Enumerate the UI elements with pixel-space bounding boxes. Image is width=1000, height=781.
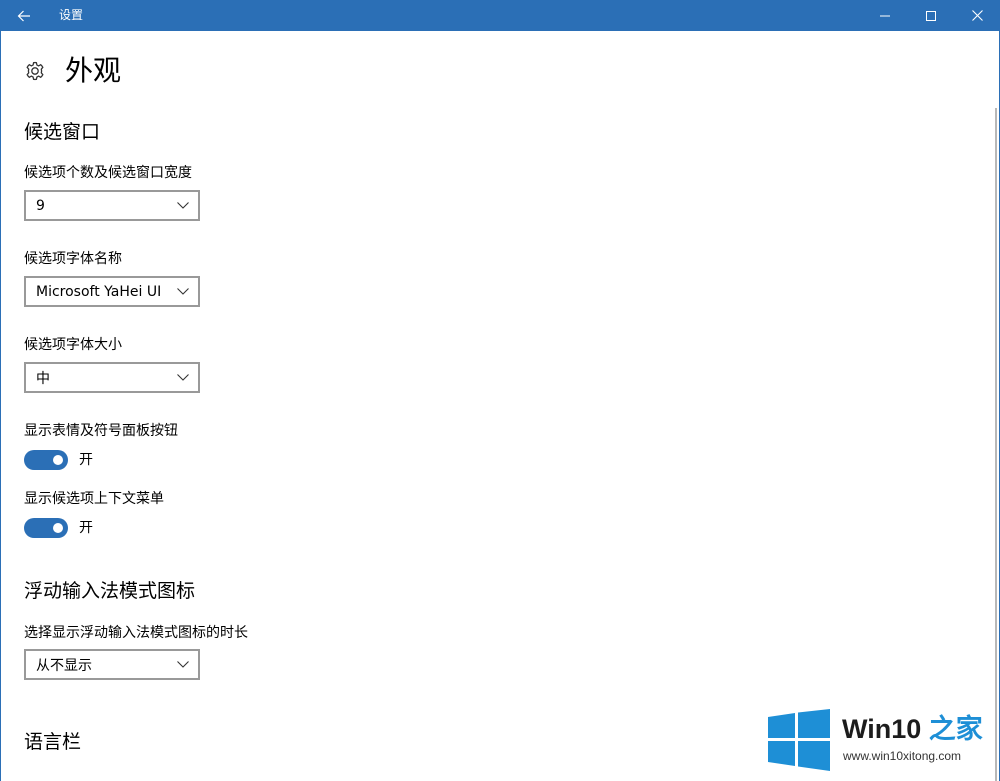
chevron-down-icon	[168, 192, 198, 219]
toggle-knob	[53, 523, 63, 533]
minimize-icon	[880, 15, 890, 16]
close-button[interactable]	[954, 0, 1000, 31]
context-menu-toggle-row: 开	[24, 518, 93, 538]
windows-logo-icon	[768, 709, 830, 771]
page-header: 外观	[24, 54, 121, 88]
candidate-font-size-value: 中	[36, 370, 50, 387]
floating-icon-duration-value: 从不显示	[36, 657, 92, 674]
watermark-url: www.win10xitong.com	[843, 749, 962, 763]
close-icon	[971, 10, 983, 21]
toggle-knob	[53, 455, 63, 465]
context-menu-label: 显示候选项上下文菜单	[24, 491, 164, 507]
page-title: 外观	[65, 54, 122, 87]
section-title-floating-icon: 浮动输入法模式图标	[24, 580, 196, 602]
emoji-button-label: 显示表情及符号面板按钮	[24, 423, 178, 439]
section-title-language-bar: 语言栏	[24, 731, 82, 753]
emoji-button-toggle[interactable]	[24, 450, 68, 470]
maximize-button[interactable]	[908, 0, 954, 31]
candidate-font-name-label: 候选项字体名称	[24, 251, 122, 267]
win10-watermark: Win10 之家 www.win10xitong.com	[768, 707, 993, 773]
watermark-title-accent: 之家	[921, 714, 983, 744]
chevron-down-icon	[168, 364, 198, 391]
emoji-button-toggle-state: 开	[79, 452, 93, 468]
back-arrow-icon	[17, 10, 30, 21]
window-title: 设置	[59, 8, 84, 22]
watermark-title-main: Win10	[842, 714, 922, 744]
chevron-down-icon	[168, 651, 198, 678]
maximize-icon	[926, 10, 936, 21]
candidate-font-name-dropdown[interactable]: Microsoft YaHei UI	[24, 276, 200, 307]
floating-icon-duration-dropdown[interactable]: 从不显示	[24, 649, 200, 680]
emoji-button-toggle-row: 开	[24, 450, 93, 470]
back-button[interactable]	[0, 0, 48, 31]
minimize-button[interactable]	[862, 0, 908, 31]
window-border-left	[0, 31, 1, 781]
floating-icon-duration-label: 选择显示浮动输入法模式图标的时长	[24, 625, 248, 641]
watermark-title: Win10 之家	[842, 713, 983, 745]
title-bar: 设置	[0, 0, 1000, 31]
section-title-candidate-window: 候选窗口	[24, 121, 101, 143]
candidate-count-value: 9	[36, 197, 45, 214]
candidate-font-size-label: 候选项字体大小	[24, 337, 122, 353]
context-menu-toggle-state: 开	[79, 520, 93, 536]
candidate-font-size-dropdown[interactable]: 中	[24, 362, 200, 393]
chevron-down-icon	[168, 278, 198, 305]
context-menu-toggle[interactable]	[24, 518, 68, 538]
vertical-scrollbar[interactable]	[995, 108, 997, 781]
gear-icon	[24, 60, 46, 82]
candidate-font-name-value: Microsoft YaHei UI	[36, 283, 162, 300]
candidate-count-label: 候选项个数及候选窗口宽度	[24, 165, 192, 181]
candidate-count-dropdown[interactable]: 9	[24, 190, 200, 221]
